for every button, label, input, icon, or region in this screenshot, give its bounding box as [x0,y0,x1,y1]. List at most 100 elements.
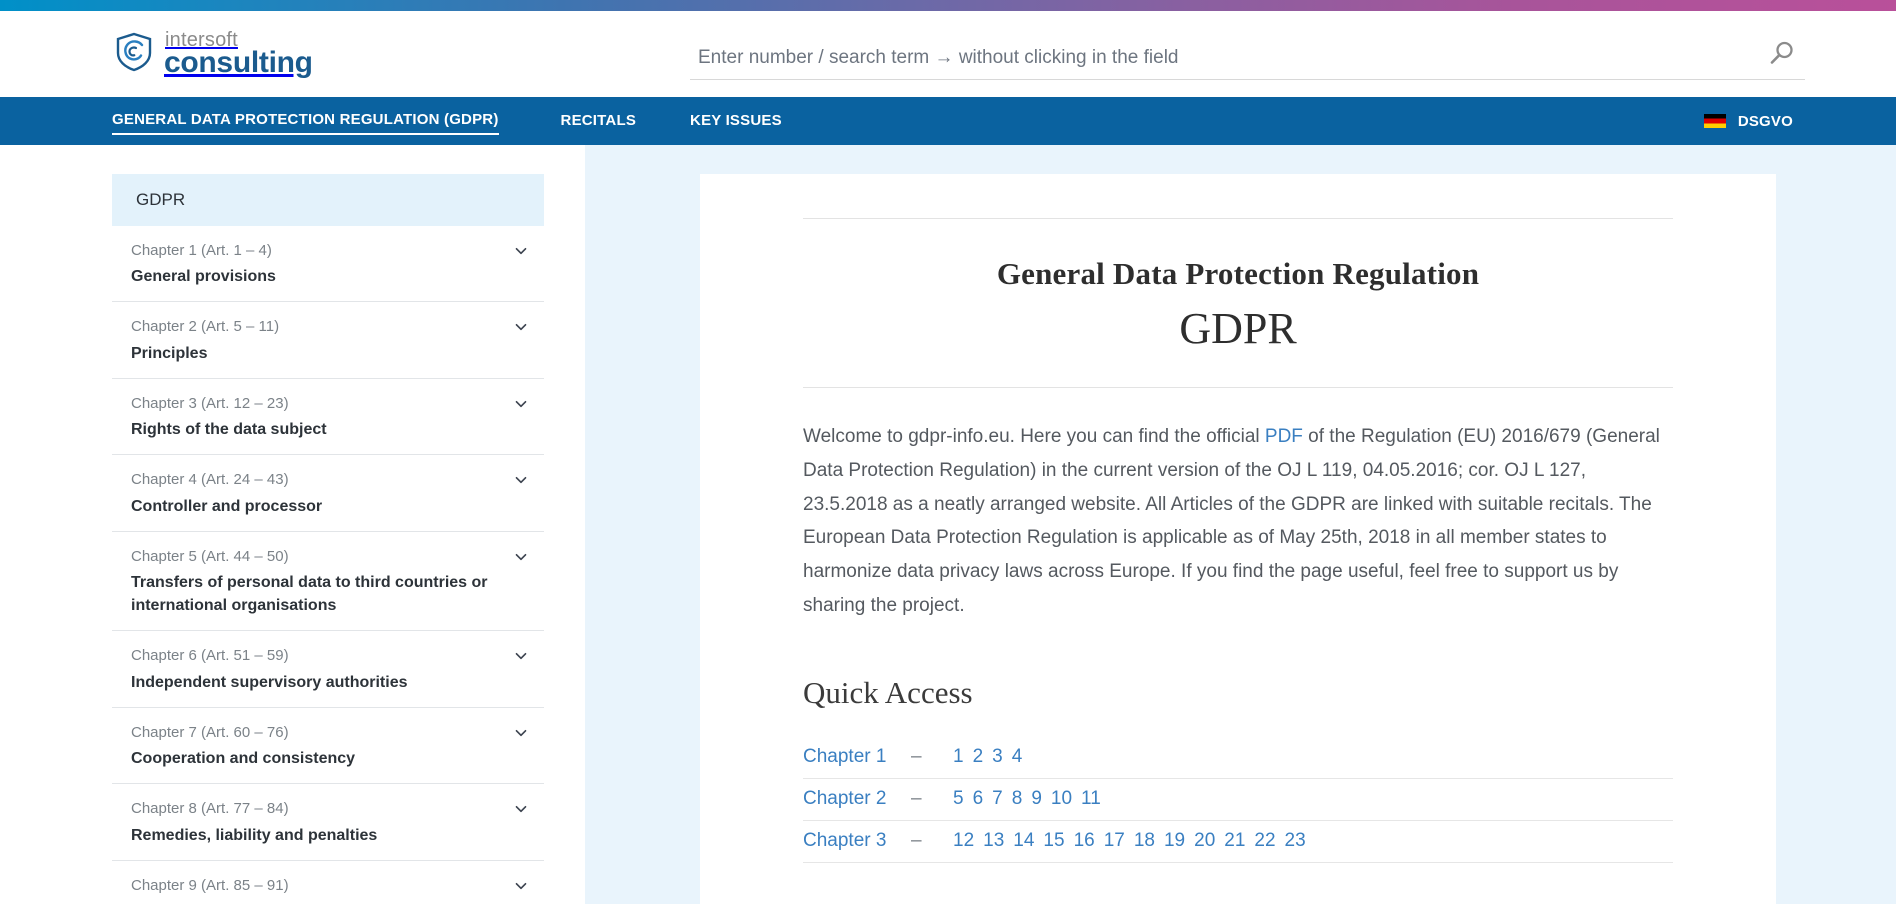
pdf-link[interactable]: PDF [1265,426,1303,447]
article-link[interactable]: 12 [953,830,974,852]
article-link[interactable]: 14 [1013,830,1034,852]
content-column: General Data Protection Regulation GDPR … [585,145,1896,904]
sidebar-item-chapter-label: Chapter 2 (Art. 5 – 11) [131,315,510,338]
sidebar-item-title: Transfers of personal data to third coun… [131,571,510,617]
german-flag-icon [1704,114,1726,128]
sidebar-item-title: Independent supervisory authorities [131,671,510,694]
sidebar-item-title: Remedies, liability and penalties [131,824,510,847]
article-link[interactable]: 18 [1134,830,1155,852]
sidebar-heading-gdpr: GDPR [112,174,544,226]
intro-text-after-link: of the Regulation (EU) 2016/679 (General… [803,426,1660,616]
quick-access-dash: – [911,746,953,768]
sidebar-item-title: Controller and processor [131,495,510,518]
sidebar-item-chapter-label: Chapter 5 (Art. 44 – 50) [131,545,510,568]
quick-access-chapter-link[interactable]: Chapter 3 [803,830,911,852]
page-subtitle: GDPR [803,300,1673,357]
article-link[interactable]: 9 [1031,788,1042,810]
search-bar [690,40,1805,80]
article-link[interactable]: 5 [953,788,964,810]
sidebar-item-chapter-6[interactable]: Chapter 6 (Art. 51 – 59) Independent sup… [112,631,544,707]
nav-item-key-issues[interactable]: KEY ISSUES [690,108,782,134]
quick-access-dash: – [911,788,953,810]
sidebar-item-chapter-7[interactable]: Chapter 7 (Art. 60 – 76) Cooperation and… [112,708,544,784]
page-title: General Data Protection Regulation [803,255,1673,294]
sidebar-item-chapter-label: Chapter 4 (Art. 24 – 43) [131,468,510,491]
search-input[interactable] [690,47,1767,71]
sidebar-item-chapter-9[interactable]: Chapter 9 (Art. 85 – 91) Provisions rela… [112,861,544,904]
nav-item-gdpr[interactable]: GENERAL DATA PROTECTION REGULATION (GDPR… [112,107,499,135]
sidebar-item-chapter-label: Chapter 8 (Art. 77 – 84) [131,797,510,820]
article-link[interactable]: 16 [1074,830,1095,852]
chevron-down-icon[interactable] [515,397,527,409]
article-link[interactable]: 1 [953,746,964,768]
sidebar-item-chapter-label: Chapter 3 (Art. 12 – 23) [131,392,510,415]
language-label: DSGVO [1738,113,1793,130]
page-body: GDPR Chapter 1 (Art. 1 – 4) General prov… [0,145,1896,904]
quick-access-chapter-link[interactable]: Chapter 1 [803,746,911,768]
chevron-down-icon[interactable] [515,649,527,661]
article-link[interactable]: 20 [1194,830,1215,852]
sidebar-item-title: General provisions [131,265,510,288]
shield-swirl-icon [112,30,156,79]
content-card: General Data Protection Regulation GDPR … [700,174,1776,904]
sidebar-item-title: Principles [131,342,510,365]
sidebar-item-chapter-1[interactable]: Chapter 1 (Art. 1 – 4) General provision… [112,226,544,302]
chevron-down-icon[interactable] [515,879,527,891]
nav-item-recitals[interactable]: RECITALS [561,108,637,134]
quick-access-heading: Quick Access [803,675,1673,711]
chevron-down-icon[interactable] [515,550,527,562]
article-link[interactable]: 2 [973,746,984,768]
chapter-navigation: GDPR Chapter 1 (Art. 1 – 4) General prov… [112,174,544,904]
article-link[interactable]: 8 [1012,788,1023,810]
article-link[interactable]: 10 [1051,788,1072,810]
article-link[interactable]: 11 [1081,788,1101,810]
search-button[interactable] [1767,40,1805,71]
quick-access-dash: – [911,830,953,852]
article-link[interactable]: 7 [992,788,1003,810]
article-link[interactable]: 6 [973,788,984,810]
logo-text-consulting: consulting [164,48,313,78]
sidebar-item-chapter-4[interactable]: Chapter 4 (Art. 24 – 43) Controller and … [112,455,544,531]
sidebar-item-chapter-label: Chapter 6 (Art. 51 – 59) [131,644,510,667]
quick-access-row: Chapter 3 – 12 13 14 15 16 17 18 19 20 2… [803,821,1673,863]
quick-access-article-list: 12 13 14 15 16 17 18 19 20 21 22 23 [953,830,1306,852]
chevron-down-icon[interactable] [515,802,527,814]
chevron-down-icon[interactable] [515,473,527,485]
sidebar-item-chapter-3[interactable]: Chapter 3 (Art. 12 – 23) Rights of the d… [112,379,544,455]
article-link[interactable]: 19 [1164,830,1185,852]
article-link[interactable]: 4 [1012,746,1023,768]
site-header: intersoft consulting [0,11,1896,97]
site-logo[interactable]: intersoft consulting [112,30,352,79]
chevron-down-icon[interactable] [515,244,527,256]
article-link[interactable]: 22 [1254,830,1275,852]
article-link[interactable]: 23 [1285,830,1306,852]
page-title-block: General Data Protection Regulation GDPR [803,218,1673,357]
quick-access-row: Chapter 2 – 5 6 7 8 9 10 11 [803,779,1673,821]
sidebar-item-chapter-8[interactable]: Chapter 8 (Art. 77 – 84) Remedies, liabi… [112,784,544,860]
quick-access-chapter-link[interactable]: Chapter 2 [803,788,911,810]
chevron-down-icon[interactable] [515,726,527,738]
main-navigation: GENERAL DATA PROTECTION REGULATION (GDPR… [0,97,1896,145]
article-link[interactable]: 15 [1043,830,1064,852]
article-link[interactable]: 17 [1104,830,1125,852]
article-link[interactable]: 13 [983,830,1004,852]
sidebar-item-chapter-label: Chapter 1 (Art. 1 – 4) [131,239,510,262]
search-icon [1767,56,1795,71]
sidebar-item-chapter-label: Chapter 9 (Art. 85 – 91) [131,874,510,897]
sidebar-item-chapter-5[interactable]: Chapter 5 (Art. 44 – 50) Transfers of pe… [112,532,544,632]
article-link[interactable]: 3 [992,746,1003,768]
sidebar-item-chapter-2[interactable]: Chapter 2 (Art. 5 – 11) Principles [112,302,544,378]
top-gradient-bar [0,0,1896,11]
chevron-down-icon[interactable] [515,320,527,332]
article-link[interactable]: 21 [1224,830,1245,852]
sidebar-column: GDPR Chapter 1 (Art. 1 – 4) General prov… [0,145,585,904]
sidebar-item-title: Rights of the data subject [131,418,510,441]
language-switcher-dsgvo[interactable]: DSGVO [1704,113,1793,130]
sidebar-item-chapter-label: Chapter 7 (Art. 60 – 76) [131,721,510,744]
intro-paragraph: Welcome to gdpr-info.eu. Here you can fi… [803,387,1673,623]
quick-access-article-list: 1 2 3 4 [953,746,1022,768]
sidebar-item-title: Cooperation and consistency [131,747,510,770]
quick-access-row: Chapter 1 – 1 2 3 4 [803,737,1673,779]
quick-access-article-list: 5 6 7 8 9 10 11 [953,788,1101,810]
sidebar-item-title: Provisions relating to specific processi… [131,900,510,904]
